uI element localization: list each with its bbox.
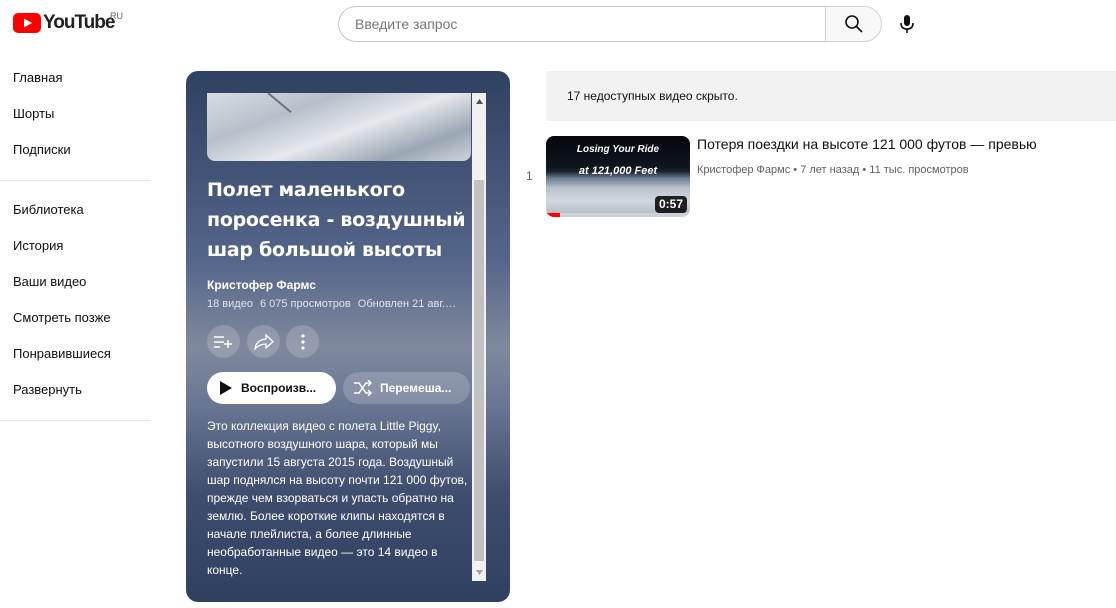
scroll-down-button[interactable] — [472, 564, 486, 581]
sidebar-item-subscriptions[interactable]: Подписки — [0, 132, 151, 168]
sidebar-item-history[interactable]: История — [0, 228, 151, 264]
playlist-updated: Обновлен 21 авг... — [357, 298, 452, 310]
search-box — [338, 6, 882, 42]
playlist-video-count: 18 видео — [207, 298, 253, 310]
sidebar-item-library[interactable]: Библиотека — [0, 192, 151, 228]
share-icon — [253, 333, 274, 350]
voice-search-button[interactable] — [891, 8, 923, 40]
search-input[interactable] — [338, 6, 825, 42]
panel-scrollbar-thumb[interactable] — [474, 180, 484, 561]
thumbnail-caption-line1: Losing Your Ride — [576, 144, 660, 155]
playlist-views: 6 075 просмотров — [259, 298, 351, 310]
scroll-up-button[interactable] — [472, 93, 486, 110]
more-vert-icon — [300, 333, 305, 350]
scroll-up-arrow-icon — [475, 99, 483, 104]
sidebar-divider — [0, 420, 151, 421]
shuffle-icon — [354, 380, 372, 396]
more-actions-button[interactable] — [286, 325, 319, 358]
country-code: RU — [110, 11, 123, 21]
sidebar-item-expand[interactable]: Развернуть — [0, 372, 151, 408]
shuffle-label: Перемеша... — [380, 381, 452, 395]
share-button[interactable] — [247, 325, 280, 358]
top-bar: YouTube RU — [0, 0, 1116, 48]
logo-text: YouTube — [43, 12, 115, 33]
add-to-queue-button[interactable] — [207, 325, 240, 358]
youtube-logo-icon — [13, 13, 41, 33]
sidebar-item-your-videos[interactable]: Ваши видео — [0, 264, 151, 300]
sidebar-item-home[interactable]: Главная — [0, 60, 151, 96]
mic-icon — [900, 15, 914, 33]
video-views: 11 тыс. просмотров — [869, 164, 969, 176]
meta-separator: • — [793, 164, 798, 176]
playlist-meta: 18 видео 6 075 просмотров Обновлен 21 авг.… — [207, 298, 457, 310]
playlist-channel[interactable]: Кристофер Фармс — [207, 278, 316, 292]
video-age: 7 лет назад — [800, 164, 860, 176]
video-meta: Кристофер Фармс • 7 лет назад • 11 тыс. … — [697, 164, 969, 176]
video-channel[interactable]: Кристофер Фармс — [697, 164, 790, 176]
youtube-logo[interactable]: YouTube RU — [13, 11, 123, 33]
hidden-videos-notice: 17 недоступных видео скрыто. — [546, 71, 1116, 121]
add-to-queue-icon — [213, 335, 232, 348]
sidebar-item-shorts[interactable]: Шорты — [0, 96, 151, 132]
playlist-header-panel: Полет маленького поросенка - воздушный ш… — [186, 71, 510, 602]
sidebar-item-liked[interactable]: Понравившиеся — [0, 336, 151, 372]
watch-progress-fill — [546, 213, 561, 217]
shuffle-button[interactable]: Перемеша... — [343, 372, 470, 404]
playlist-description: Это коллекция видео с полета Little Pigg… — [207, 419, 468, 577]
thumbnail-caption-line2: at 121,000 Feet — [578, 165, 658, 177]
watch-progress-bar — [546, 213, 690, 217]
playlist-panel-content: Полет маленького поросенка - воздушный ш… — [186, 71, 510, 602]
search-button[interactable] — [825, 6, 882, 42]
scroll-down-arrow-icon — [475, 570, 483, 575]
video-duration: 0:57 — [655, 196, 688, 213]
sidebar-divider — [0, 180, 151, 181]
playlist-thumbnail[interactable] — [207, 93, 471, 161]
play-all-label: Воспроизв... — [241, 381, 317, 395]
video-title[interactable]: Потеря поездки на высоте 121 000 футов —… — [697, 136, 1037, 152]
video-index: 1 — [526, 169, 533, 183]
search-icon — [844, 15, 863, 33]
play-icon — [220, 381, 232, 395]
playlist-title: Полет маленького поросенка - воздушный ш… — [207, 179, 466, 261]
thumbnail-detail — [267, 93, 292, 114]
sidebar-item-watch-later[interactable]: Смотреть позже — [0, 300, 151, 336]
play-all-button[interactable]: Воспроизв... — [207, 372, 336, 404]
sidebar: Главная Шорты Подписки Библиотека Истори… — [0, 60, 151, 432]
meta-separator: • — [862, 164, 867, 176]
